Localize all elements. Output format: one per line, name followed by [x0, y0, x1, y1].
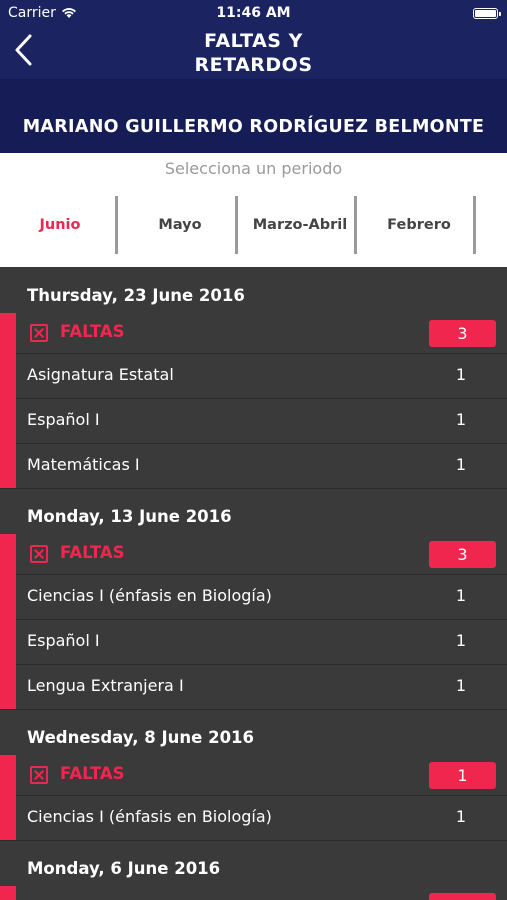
subject-name: Español I	[27, 410, 100, 429]
page-title: FALTAS Y RETARDOS	[194, 30, 313, 76]
subject-row[interactable]: Asignatura Estatal 1	[16, 353, 507, 398]
day-header: Wednesday, 8 June 2016	[27, 728, 255, 747]
count-badge: 1	[429, 762, 496, 789]
subject-name: Ciencias I (énfasis en Biología)	[27, 586, 272, 605]
faltas-label: FALTAS	[60, 543, 125, 562]
status-bar: Carrier 11:46 AM	[0, 0, 507, 28]
student-band: MARIANO GUILLERMO RODRÍGUEZ BELMONTE	[0, 79, 507, 153]
tab-divider	[354, 196, 357, 254]
header: Carrier 11:46 AM FALTAS Y RETARDOS	[0, 0, 507, 79]
status-time: 11:46 AM	[216, 5, 291, 21]
subject-row[interactable]: Español I 1	[16, 619, 507, 664]
subject-count: 1	[455, 410, 466, 429]
subject-count: 1	[455, 631, 466, 650]
absence-stripe	[0, 313, 16, 488]
subject-row[interactable]: Lengua Extranjera I 1	[16, 664, 507, 709]
subject-row[interactable]: Ciencias I (énfasis en Biología) 1	[16, 574, 507, 619]
group-divider	[0, 709, 507, 710]
subject-count: 1	[455, 455, 466, 474]
count-badge	[429, 893, 496, 900]
subject-name: Ciencias I (énfasis en Biología)	[27, 807, 272, 826]
tab-marzo-abril[interactable]: Marzo-Abril	[241, 196, 359, 254]
subject-name: Español I	[27, 631, 100, 650]
period-hint: Selecciona un periodo	[164, 159, 343, 178]
faltas-summary-row[interactable]: FALTAS 1	[16, 755, 507, 795]
subject-count: 1	[455, 676, 466, 695]
subject-row[interactable]: Matemáticas I 1	[16, 443, 507, 488]
subject-count: 1	[455, 365, 466, 384]
subject-name: Matemáticas I	[27, 455, 140, 474]
count-badge: 3	[429, 320, 496, 347]
faltas-summary-row[interactable]: FALTAS 3	[16, 534, 507, 574]
count-badge: 3	[429, 541, 496, 568]
battery-icon	[473, 8, 501, 19]
tab-febrero[interactable]: Febrero	[360, 196, 478, 254]
close-box-icon	[30, 766, 48, 784]
subject-count: 1	[455, 586, 466, 605]
group-divider	[0, 840, 507, 841]
absence-stripe	[0, 534, 16, 709]
tab-mayo[interactable]: Mayo	[121, 196, 239, 254]
day-header: Monday, 6 June 2016	[27, 859, 221, 878]
day-header: Thursday, 23 June 2016	[27, 286, 245, 305]
faltas-summary-row[interactable]: FALTAS 3	[16, 313, 507, 353]
group-divider	[0, 488, 507, 489]
tab-junio[interactable]: Junio	[1, 196, 119, 254]
faltas-summary-row[interactable]	[16, 886, 507, 900]
subject-name: Lengua Extranjera I	[27, 676, 184, 695]
tab-divider	[473, 196, 476, 254]
period-selector: Selecciona un periodo Junio Mayo Marzo-A…	[0, 153, 507, 267]
tab-divider	[235, 196, 238, 254]
tab-divider	[115, 196, 118, 254]
day-header: Monday, 13 June 2016	[27, 507, 232, 526]
absence-stripe	[0, 755, 16, 840]
close-box-icon	[30, 324, 48, 342]
student-name: MARIANO GUILLERMO RODRÍGUEZ BELMONTE	[22, 117, 485, 137]
subject-count: 1	[455, 807, 466, 826]
subject-row[interactable]: Ciencias I (énfasis en Biología) 1	[16, 795, 507, 840]
absence-stripe	[0, 886, 16, 900]
faltas-label: FALTAS	[60, 764, 125, 783]
faltas-label: FALTAS	[60, 322, 125, 341]
selected-tab-pointer	[48, 257, 64, 267]
close-box-icon	[30, 545, 48, 563]
subject-row[interactable]: Español I 1	[16, 398, 507, 443]
subject-name: Asignatura Estatal	[27, 365, 174, 384]
